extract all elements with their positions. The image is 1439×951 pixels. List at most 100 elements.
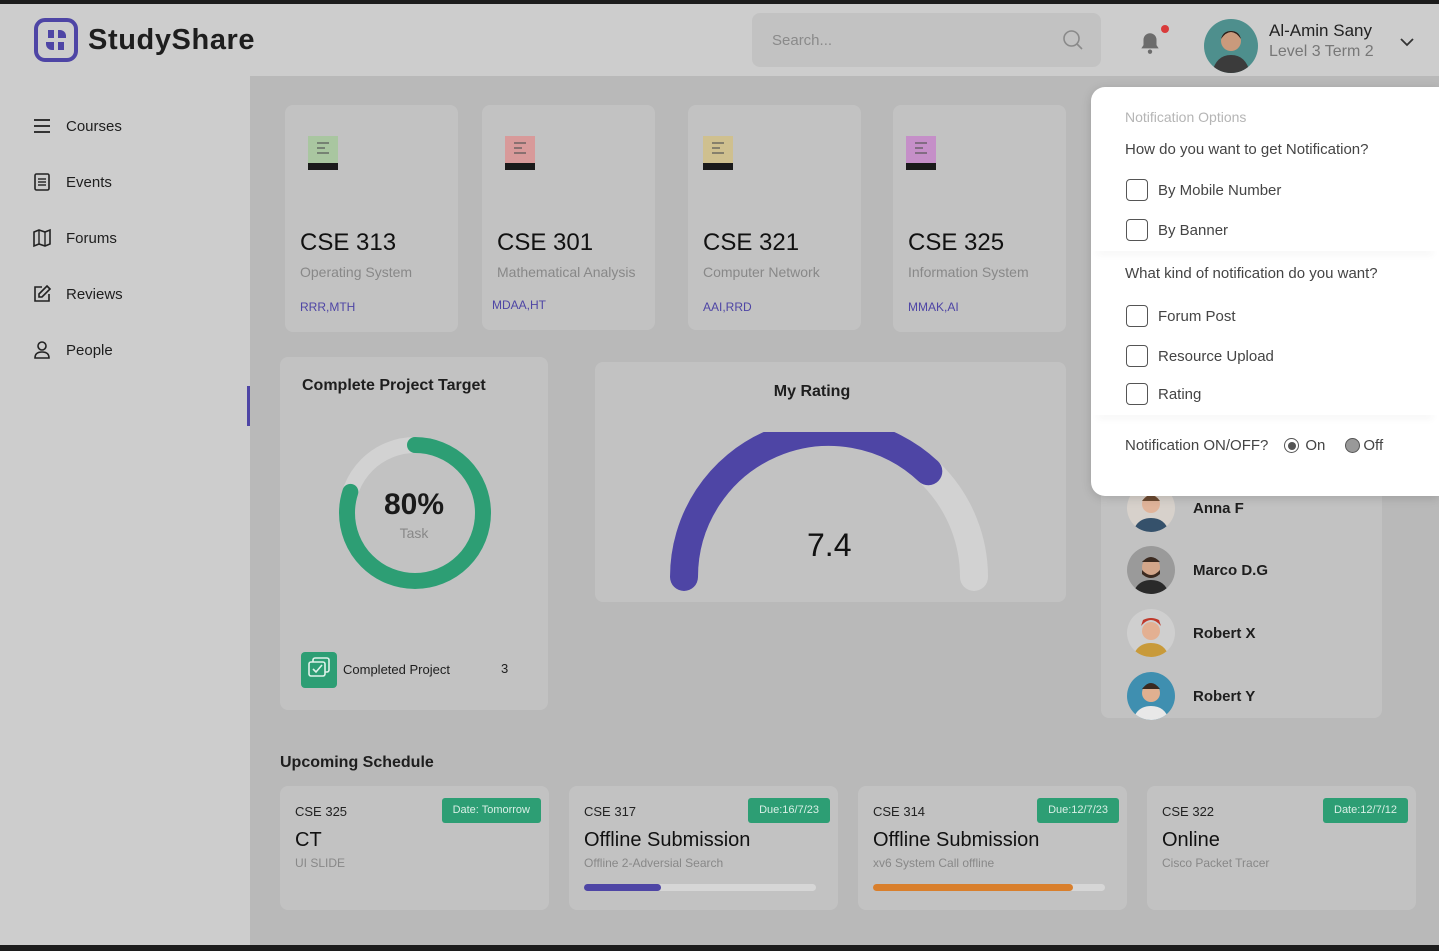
user-level: Level 3 Term 2 [1269,43,1374,60]
course-card[interactable]: CSE 321 Computer Network AAI,RRD [688,105,861,330]
person-name: Anna F [1193,499,1244,517]
schedule-progress-bar [873,884,1105,891]
course-card[interactable]: CSE 301 Mathematical Analysis MDAA,HT [482,105,655,330]
radio-selected-dot [1287,441,1296,450]
schedule-code: CSE 317 [584,804,637,819]
option-resource-upload[interactable]: Resource Upload [1126,345,1274,367]
schedule-item-title: Offline Submission [584,829,751,851]
schedule-title: Upcoming Schedule [280,754,434,771]
project-percent-label: Task [399,525,429,541]
option-label: Resource Upload [1158,347,1274,365]
radio-off[interactable] [1345,438,1361,453]
sidebar: Courses Events Forums Reviews People [0,76,250,945]
project-percent: 80% [383,488,445,521]
sidebar-item-courses[interactable]: Courses [32,116,122,136]
schedule-date-badge: Date:12/7/12 [1323,798,1408,823]
course-teachers: AAI,RRD [703,300,752,314]
bell-icon[interactable] [1137,30,1163,56]
option-label: Rating [1158,385,1202,403]
schedule-item-title: Online [1162,829,1220,851]
studyshare-logo-icon[interactable] [34,18,78,62]
completed-project-icon [301,652,337,688]
course-card[interactable]: CSE 313 Operating System RRR,MTH [285,105,458,332]
course-book-icon [308,136,338,170]
schedule-card[interactable]: CSE 317 Due:16/7/23 Offline Submission O… [569,786,838,910]
course-name: Mathematical Analysis [497,264,636,280]
course-card[interactable]: CSE 325 Information System MMAK,AI [893,105,1066,332]
top-header: StudyShare Search... Al-Amin Sany Level … [0,4,1439,76]
schedule-code: CSE 325 [295,804,348,819]
checkbox[interactable] [1126,179,1148,201]
sidebar-item-label: Forums [66,229,117,247]
schedule-item-title: Offline Submission [873,829,1040,851]
sidebar-item-people[interactable]: People [32,340,113,360]
course-book-icon [505,136,535,170]
course-name: Information System [908,264,1029,280]
search-icon[interactable] [1061,28,1085,52]
notification-method-question: How do you want to get Notification? [1125,141,1369,158]
avatar-image [1204,19,1258,73]
course-code: CSE 313 [300,229,397,256]
course-teachers: RRR,MTH [300,300,356,314]
notification-dot [1161,25,1169,33]
course-name: Operating System [300,264,413,280]
radio-on-label[interactable]: On [1305,437,1325,454]
person-item[interactable]: Robert X [1127,609,1256,657]
schedule-date-badge: Due:16/7/23 [748,798,830,823]
radio-on[interactable] [1284,438,1300,453]
option-forum-post[interactable]: Forum Post [1126,305,1236,327]
chevron-down-icon[interactable] [1397,32,1417,52]
search-input[interactable]: Search... [772,32,832,49]
course-name: Computer Network [703,264,820,280]
schedule-item-subtitle: xv6 System Call offline [873,856,995,870]
brand-name: StudyShare [88,24,256,56]
notification-options-heading: Notification Options [1125,109,1247,125]
person-item[interactable]: Marco D.G [1127,546,1268,594]
sidebar-item-label: Courses [66,117,122,135]
rating-title: My Rating [773,383,851,400]
person-avatar [1127,672,1175,720]
sidebar-item-label: Events [66,173,112,191]
person-name: Robert X [1193,624,1256,642]
course-code: CSE 325 [908,229,1005,256]
checkbox[interactable] [1126,305,1148,327]
edit-icon [34,284,52,302]
window-bottom-border [0,945,1439,951]
course-teachers: MMAK,AI [908,300,959,314]
notification-options-panel: Notification Options How do you want to … [1091,87,1439,496]
person-name: Marco D.G [1193,561,1269,579]
course-code: CSE 321 [703,229,800,256]
active-nav-indicator [247,386,250,426]
schedule-progress-bar [584,884,816,891]
sidebar-item-events[interactable]: Events [32,172,112,192]
schedule-item-subtitle: Cisco Packet Tracer [1162,856,1270,870]
rating-gauge-chart [670,432,988,591]
notification-kind-question: What kind of notification do you want? [1125,265,1378,282]
search-bar[interactable]: Search... [752,13,1101,67]
sidebar-item-label: People [66,341,113,359]
schedule-card[interactable]: CSE 322 Date:12/7/12 Online Cisco Packet… [1147,786,1416,910]
person-icon [34,341,50,359]
sidebar-item-forums[interactable]: Forums [32,228,117,248]
notification-toggle-label: Notification ON/OFF? [1125,437,1269,454]
schedule-date-badge: Due:12/7/23 [1037,798,1119,823]
course-book-icon [703,136,733,170]
schedule-card[interactable]: CSE 325 Date: Tomorrow CT UI SLIDE [280,786,549,910]
person-avatar [1127,609,1175,657]
schedule-item-title: CT [295,829,322,851]
option-label: By Banner [1158,221,1229,239]
option-by-mobile-number[interactable]: By Mobile Number [1126,179,1281,201]
user-name: Al-Amin Sany [1269,21,1372,40]
progress-fill [584,884,661,891]
schedule-item-subtitle: UI SLIDE [295,856,346,870]
option-label: By Mobile Number [1158,181,1282,199]
menu-icon [34,119,50,133]
radio-off-label[interactable]: Off [1363,437,1383,454]
sidebar-item-reviews[interactable]: Reviews [32,284,123,304]
person-item[interactable]: Robert Y [1127,672,1255,720]
schedule-card[interactable]: CSE 314 Due:12/7/23 Offline Submission x… [858,786,1127,910]
person-name: Robert Y [1193,687,1256,705]
user-avatar[interactable] [1204,19,1258,73]
project-target-card: Complete Project Target 80% Task Complet… [280,357,548,710]
checkbox[interactable] [1126,345,1148,367]
